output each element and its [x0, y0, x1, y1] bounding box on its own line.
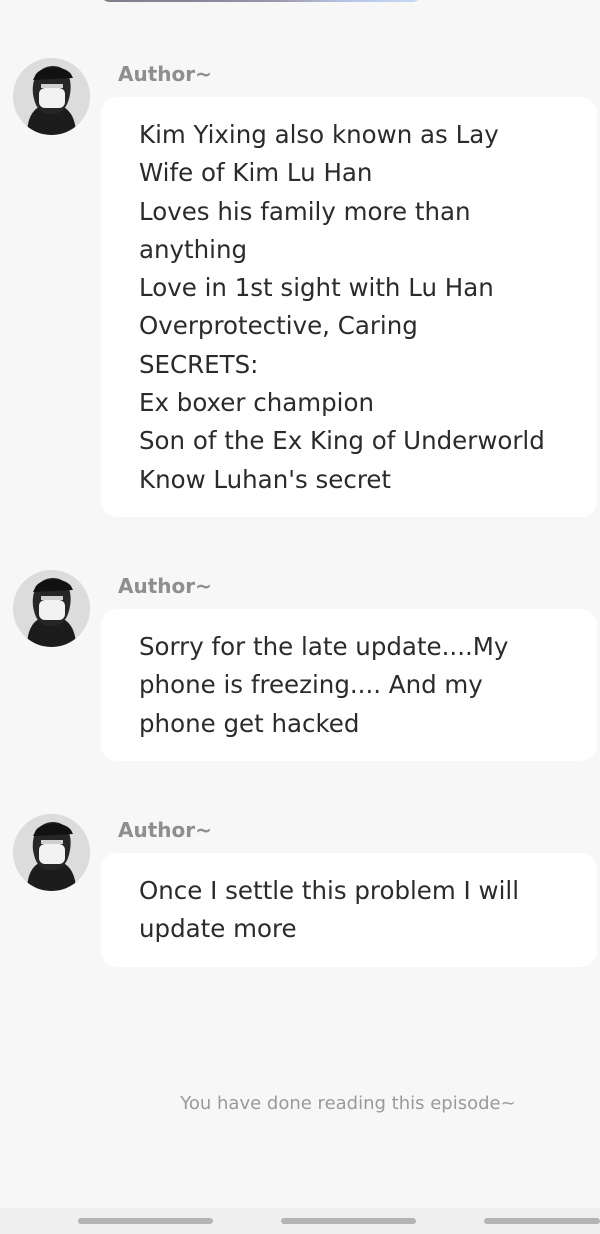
message-text-line: Son of the Ex King of Underworld — [139, 426, 545, 456]
chat-story-page: Author~ Kim Yixing also known as Lay Wif… — [0, 0, 600, 1234]
message-text-line: Love in 1st sight with Lu Han — [139, 273, 494, 303]
message-text-line: phone get hacked — [139, 708, 360, 738]
message-bubble: Kim Yixing also known as Lay Wife of Kim… — [101, 97, 597, 517]
nav-indicator[interactable] — [484, 1218, 600, 1224]
message-text-line: Sorry for the late update....My — [139, 632, 509, 661]
author-avatar[interactable] — [13, 814, 90, 891]
message-text-line: Wife of Kim Lu Han — [139, 158, 373, 188]
message-text-line: anything — [139, 234, 248, 264]
nav-indicator[interactable] — [78, 1218, 213, 1224]
message-text-line: Overprotective, Caring — [139, 311, 418, 341]
message-text-line: Ex boxer champion — [139, 388, 374, 418]
author-name: Author~ — [118, 574, 212, 598]
author-name: Author~ — [118, 62, 212, 86]
message-text-line: Loves his family more than — [139, 196, 471, 226]
nav-indicator[interactable] — [281, 1218, 416, 1224]
message-text-line: phone is freezing.... And my — [139, 670, 483, 700]
episode-end-text: You have done reading this episode~ — [180, 1093, 516, 1114]
author-avatar[interactable] — [13, 58, 90, 135]
story-image[interactable] — [100, 0, 422, 2]
author-avatar[interactable] — [13, 570, 90, 647]
bottom-navigation-bar — [0, 1208, 600, 1234]
author-name: Author~ — [118, 818, 212, 842]
message-text-line: update more — [139, 914, 297, 944]
message-bubble: Sorry for the late update....My phone is… — [101, 609, 597, 761]
message-text-line: Know Luhan's secret — [139, 464, 392, 494]
message-bubble: Once I settle this problem I will update… — [101, 853, 597, 967]
message-text-line: Once I settle this problem I will — [139, 876, 520, 905]
message-text-line: SECRETS: — [139, 349, 259, 379]
message-text-line: Kim Yixing also known as Lay — [139, 120, 499, 149]
